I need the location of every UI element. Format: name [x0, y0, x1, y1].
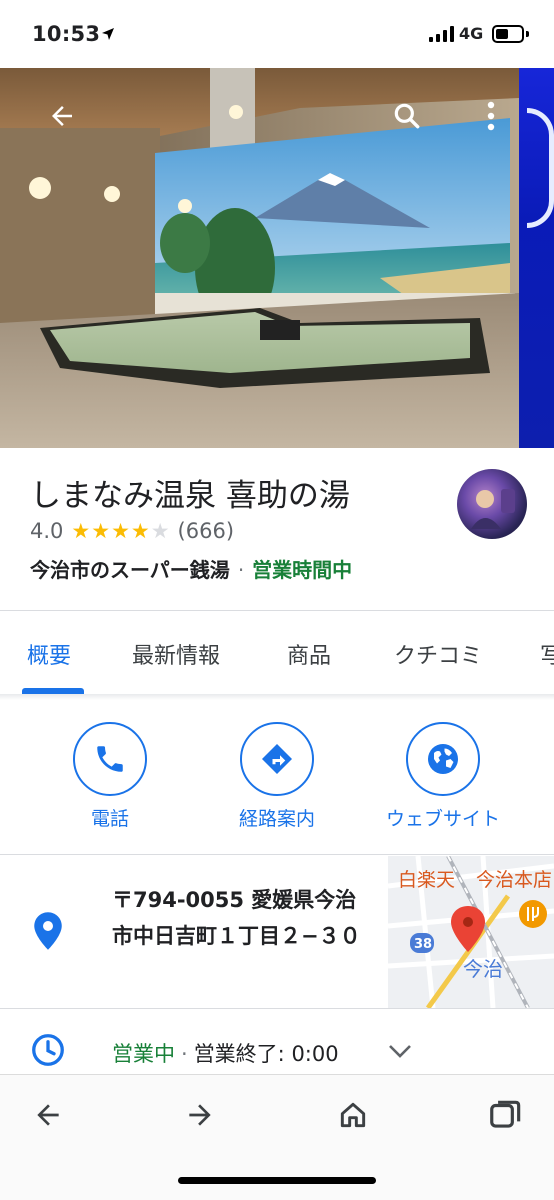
phone-icon [97, 746, 123, 772]
divider [0, 610, 554, 611]
home-icon [340, 1102, 366, 1128]
browser-home-button[interactable] [331, 1093, 375, 1137]
place-title: しまなみ温泉 喜助の湯 [30, 478, 350, 514]
browser-tabs-button[interactable] [484, 1093, 528, 1137]
hours-closing: 営業終了: 0:00 [193, 1042, 339, 1066]
place-category: 今治市のスーパー銭湯 [30, 558, 230, 582]
back-button[interactable] [38, 92, 86, 140]
globe-icon [428, 744, 458, 774]
address-row[interactable]: 〒794-0055 愛媛県今治市中日吉町１丁目２−３０ 白楽天 今治本店 38 … [0, 856, 554, 1008]
location-pin-icon [34, 912, 62, 950]
separator-dot: · [237, 558, 245, 582]
search-icon [394, 103, 420, 129]
more-vertical-icon [487, 101, 495, 131]
battery-icon [492, 25, 524, 43]
call-button[interactable]: 電話 [30, 722, 190, 831]
star-empty-icon: ★ [150, 518, 170, 543]
browser-back-icon [37, 1104, 59, 1126]
clock-icon [32, 1034, 64, 1066]
browser-forward-button[interactable] [178, 1093, 222, 1137]
hours-row[interactable]: 営業中 · 営業終了: 0:00 [0, 1010, 554, 1074]
search-button[interactable] [383, 92, 431, 140]
map-thumbnail[interactable]: 白楽天 今治本店 38 今治 [388, 856, 554, 1008]
next-photo[interactable] [519, 68, 554, 448]
divider [0, 854, 554, 855]
category-row: 今治市のスーパー銭湯 · 営業時間中 [30, 554, 352, 583]
website-button[interactable]: ウェブサイト [363, 722, 523, 831]
star-filled-icon: ★ [91, 518, 111, 543]
directions-label: 経路案内 [238, 808, 315, 830]
browser-back-button[interactable] [26, 1093, 70, 1137]
network-type: 4G [459, 24, 484, 43]
tab-overview[interactable]: 概要 [27, 638, 71, 670]
place-avatar[interactable] [457, 469, 527, 539]
rating-row[interactable]: 4.0 ★ ★ ★ ★ ★ (666) [30, 519, 234, 543]
route-badge: 38 [414, 937, 432, 952]
tab-updates[interactable]: 最新情報 [132, 638, 220, 670]
website-label: ウェブサイト [385, 808, 500, 830]
tab-photos[interactable]: 写 [540, 638, 554, 670]
home-indicator [178, 1177, 376, 1184]
hero-photo[interactable] [0, 68, 554, 448]
browser-forward-icon [189, 1104, 211, 1126]
more-options-button[interactable] [467, 92, 515, 140]
map-label: 白楽天 [398, 869, 455, 891]
address-text: 〒794-0055 愛媛県今治市中日吉町１丁目２−３０ [112, 888, 361, 948]
map-label: 今治本店 [476, 869, 552, 891]
call-label: 電話 [90, 808, 129, 830]
star-filled-icon: ★ [130, 518, 150, 543]
rating-stars: ★ ★ ★ ★ ★ [71, 518, 170, 543]
tab-reviews[interactable]: クチコミ [394, 638, 482, 670]
signal-icon [429, 26, 454, 42]
avatar-photo [471, 489, 515, 529]
rating-value: 4.0 [30, 519, 64, 543]
arrow-left-icon [52, 106, 72, 126]
chevron-down-icon[interactable] [388, 1043, 412, 1059]
status-time: 10:53 [32, 22, 101, 46]
hours-status: 営業中 [112, 1042, 175, 1066]
directions-icon [262, 744, 292, 774]
separator-dot: · [181, 1042, 188, 1066]
tabs-icon [490, 1100, 521, 1128]
map-graphic: 白楽天 今治本店 38 今治 [388, 856, 554, 1008]
station-label: 今治 [463, 957, 503, 981]
tab-products[interactable]: 商品 [287, 638, 331, 670]
tab-bar: 概要 最新情報 商品 クチコミ 写 [0, 612, 554, 694]
directions-button[interactable]: 経路案内 [197, 722, 357, 831]
status-bar: 10:53 4G [0, 0, 554, 68]
star-filled-icon: ★ [71, 518, 91, 543]
open-status: 営業時間中 [252, 558, 353, 582]
star-filled-icon: ★ [111, 518, 130, 543]
divider [0, 1008, 554, 1009]
location-arrow-icon [102, 28, 114, 40]
review-count: (666) [177, 519, 235, 543]
